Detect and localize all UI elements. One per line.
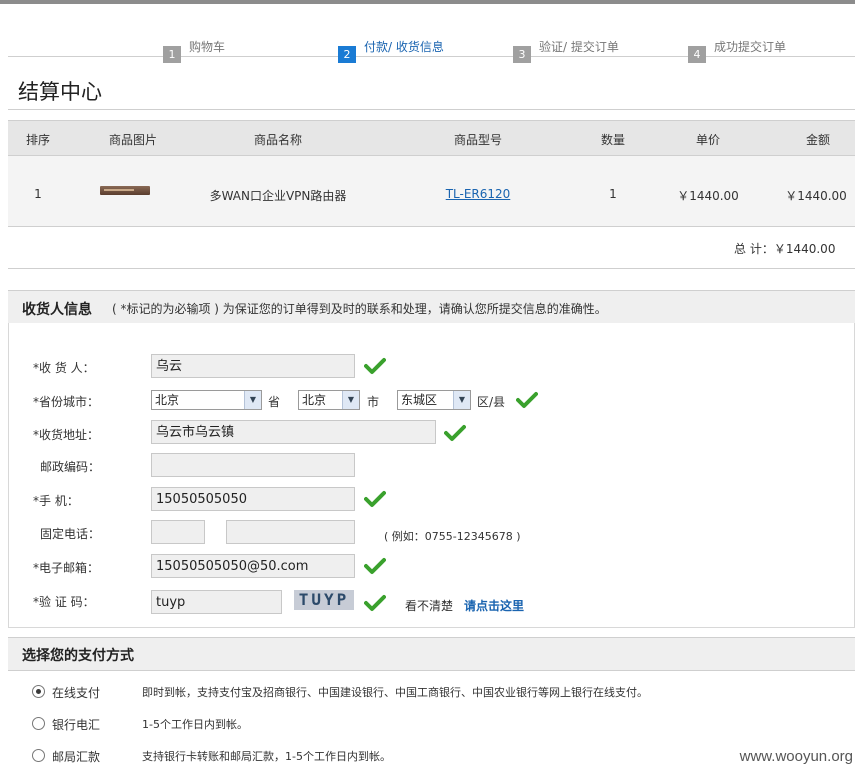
payment-title: 选择您的支付方式 (22, 648, 134, 664)
city-select[interactable]: 北京 ▼ (298, 390, 360, 410)
address-label: *收货地址： (33, 428, 100, 442)
payment-option-label: 银行电汇 (52, 718, 101, 732)
phone-label: 固定电话： (40, 527, 101, 541)
district-select[interactable]: 东城区 ▼ (397, 390, 471, 410)
zip-input[interactable] (151, 453, 355, 477)
captcha-input[interactable]: tuyp (151, 590, 282, 614)
steps-line (8, 56, 855, 57)
header-image: 商品图片 (108, 133, 157, 147)
captcha-image[interactable]: TUYP (294, 590, 354, 610)
radio-online[interactable] (32, 685, 45, 698)
receiver-note: ( *标记的为必输项 ) 为保证您的订单得到及时的联系和处理，请确认您所提交信息… (112, 302, 607, 316)
row-index: 1 (34, 187, 42, 201)
header-price: 单价 (695, 133, 720, 147)
cart-table-header: 排序 商品图片 商品名称 商品型号 数量 单价 金额 (8, 120, 855, 156)
router-image (100, 186, 150, 195)
city-unit: 市 (367, 395, 380, 409)
step-label: 付款/ 收货信息 (364, 40, 444, 54)
header-index: 排序 (25, 133, 50, 147)
district-value: 东城区 (401, 393, 438, 407)
mobile-input[interactable]: 15050505050 (151, 487, 355, 511)
province-value: 北京 (155, 393, 180, 407)
order-total: 总 计：￥1440.00 (734, 240, 835, 257)
row-amount: ￥1440.00 (785, 189, 847, 203)
watermark: www.wooyun.org (739, 748, 853, 765)
district-unit: 区/县 (477, 395, 506, 409)
payment-section-header: 选择您的支付方式 (8, 637, 855, 671)
total-label: 总 计： (734, 242, 774, 256)
table-row: 1 多WAN口企业VPN路由器 TL-ER6120 1 ￥1440.00 ￥14… (8, 156, 855, 227)
province-unit: 省 (268, 395, 281, 409)
province-select[interactable]: 北京 ▼ (151, 390, 262, 410)
chevron-down-icon: ▼ (453, 391, 470, 409)
step-label: 验证/ 提交订单 (539, 40, 619, 54)
check-icon (364, 491, 386, 507)
captcha-label: *验 证 码： (33, 595, 95, 609)
chevron-down-icon: ▼ (342, 391, 359, 409)
payment-option-desc: 支持银行卡转账和邮局汇款，1-5个工作日内到帐。 (142, 750, 391, 763)
header-qty: 数量 (600, 133, 625, 147)
phone-hint: ( 例如：0755-12345678 ) (384, 530, 521, 543)
phone-area-input[interactable] (151, 520, 205, 544)
divider (8, 268, 855, 269)
radio-wire[interactable] (32, 717, 45, 730)
receiver-name-input[interactable]: 乌云 (151, 354, 355, 378)
row-qty: 1 (609, 187, 617, 201)
step-label: 成功提交订单 (714, 40, 787, 54)
check-icon (364, 358, 386, 374)
header-amount: 金额 (805, 133, 830, 147)
total-value: ￥1440.00 (773, 242, 836, 256)
check-icon (516, 392, 538, 408)
step-number: 1 (163, 46, 181, 63)
receiver-section-header: 收货人信息 ( *标记的为必输项 ) 为保证您的订单得到及时的联系和处理，请确认… (8, 290, 855, 324)
phone-number-input[interactable] (226, 520, 355, 544)
step-label: 购物车 (189, 40, 226, 54)
city-label: *省份城市： (33, 395, 100, 409)
zip-label: 邮政编码： (40, 460, 101, 474)
product-model-link[interactable]: TL-ER6120 (428, 187, 528, 201)
radio-post[interactable] (32, 749, 45, 762)
check-icon (364, 595, 386, 611)
divider (8, 109, 855, 110)
email-label: *电子邮箱： (33, 561, 100, 575)
page-title: 结算中心 (18, 80, 102, 104)
chevron-down-icon: ▼ (244, 391, 261, 409)
payment-option-desc: 即时到帐，支持支付宝及招商银行、中国建设银行、中国工商银行、中国农业银行等网上银… (142, 686, 648, 699)
row-price: ￥1440.00 (677, 189, 739, 203)
name-label: *收 货 人： (33, 361, 95, 375)
check-icon (364, 558, 386, 574)
header-name: 商品名称 (253, 133, 302, 147)
step-number: 4 (688, 46, 706, 63)
city-value: 北京 (302, 393, 327, 407)
receiver-title: 收货人信息 (22, 302, 92, 318)
captcha-refresh-link[interactable]: 请点击这里 (464, 597, 524, 614)
payment-option-label: 邮局汇款 (52, 750, 101, 764)
step-number: 2 (338, 46, 356, 63)
top-bar (0, 0, 855, 4)
check-icon (444, 425, 466, 441)
product-name: 多WAN口企业VPN路由器 (209, 189, 347, 203)
mobile-label: *手 机： (33, 494, 79, 508)
payment-option-desc: 1-5个工作日内到帐。 (142, 718, 248, 731)
step-number: 3 (513, 46, 531, 63)
receiver-form (8, 323, 855, 628)
captcha-unclear-text: 看不清楚 (405, 599, 454, 613)
payment-option-label: 在线支付 (52, 686, 101, 700)
address-input[interactable]: 乌云市乌云镇 (151, 420, 436, 444)
header-model: 商品型号 (453, 133, 502, 147)
email-input[interactable]: 15050505050@50.com (151, 554, 355, 578)
